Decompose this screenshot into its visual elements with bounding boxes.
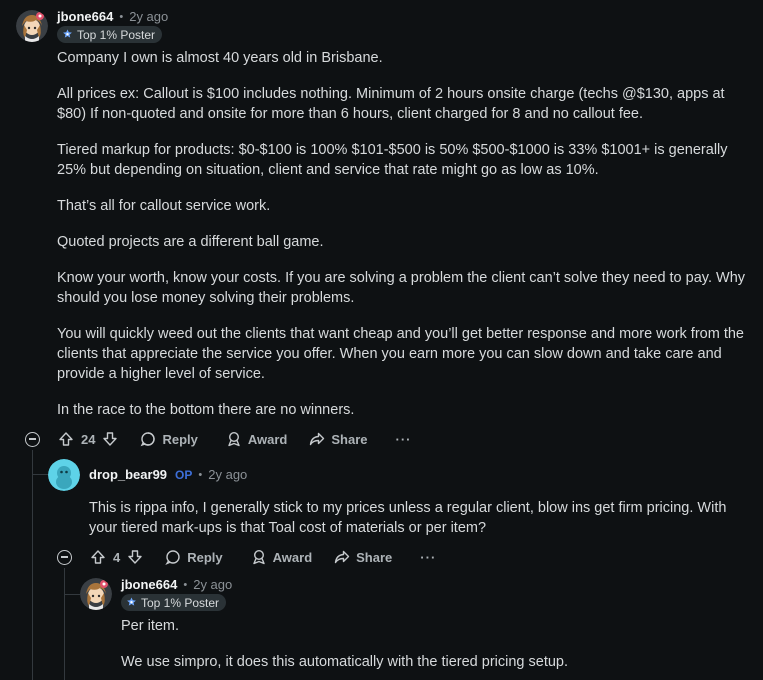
collapse-icon[interactable] — [57, 549, 72, 565]
timestamp[interactable]: 2y ago — [193, 577, 232, 592]
reply-label: Reply — [162, 431, 198, 447]
comment-body: This is rippa info, I generally stick to… — [89, 498, 749, 538]
flair-badge-icon — [127, 597, 136, 606]
avatar[interactable] — [80, 578, 112, 610]
vote-count: 4 — [113, 549, 121, 565]
vote-group: 24 — [58, 431, 118, 447]
thread-line-2[interactable] — [64, 568, 65, 680]
downvote-icon[interactable] — [127, 549, 143, 565]
comment-paragraph: This is rippa info, I generally stick to… — [89, 500, 727, 536]
share-label: Share — [331, 431, 368, 447]
avatar[interactable] — [48, 459, 80, 491]
comment-paragraph: That’s all for callout service work. — [57, 198, 271, 214]
thread-connector — [32, 474, 48, 475]
comment-paragraph: In the race to the bottom there are no w… — [57, 402, 355, 418]
share-button[interactable]: Share — [334, 549, 392, 565]
comment-paragraph: Know your worth, know your costs. If you… — [57, 270, 746, 306]
reply-label: Reply — [187, 549, 223, 565]
reply-icon — [141, 432, 156, 447]
share-label: Share — [356, 549, 393, 565]
username[interactable]: jbone664 — [57, 9, 113, 24]
comment-paragraph: Quoted projects are a different ball gam… — [57, 234, 324, 250]
award-label: Award — [272, 549, 313, 565]
collapse-icon[interactable] — [25, 431, 40, 447]
separator-dot: • — [183, 578, 188, 591]
flair-badge-icon — [63, 29, 72, 38]
timestamp[interactable]: 2y ago — [208, 467, 247, 482]
username[interactable]: drop_bear99 — [89, 467, 167, 482]
comment-body: Per item. We use simpro, it does this au… — [121, 616, 751, 672]
comment-paragraph: Company I own is almost 40 years old in … — [57, 50, 383, 66]
comment-meta: jbone664 • 2y ago — [121, 577, 232, 592]
reply-button[interactable]: Reply — [140, 431, 198, 447]
thread-line-1[interactable] — [32, 450, 33, 680]
comment-thread: jbone664 • 2y ago Top 1% Poster Company … — [0, 0, 763, 680]
comment-body: Company I own is almost 40 years old in … — [57, 48, 747, 420]
user-flair: Top 1% Poster — [121, 594, 227, 611]
comment-paragraph: We use simpro, it does this automaticall… — [121, 654, 569, 670]
award-icon — [252, 549, 265, 565]
award-button[interactable]: Award — [226, 431, 288, 447]
separator-dot: • — [198, 468, 203, 481]
overflow-icon[interactable]: ··· — [420, 550, 436, 565]
upvote-icon[interactable] — [58, 431, 74, 447]
comment-paragraph: Tiered markup for products: $0-$100 is 1… — [57, 142, 728, 178]
user-flair: Top 1% Poster — [57, 26, 163, 43]
thread-connector — [64, 594, 80, 595]
comment-paragraph: All prices ex: Callout is $100 includes … — [57, 86, 725, 122]
comment-meta: jbone664 • 2y ago — [57, 9, 168, 24]
flair-label: Top 1% Poster — [141, 595, 220, 610]
op-badge: OP — [175, 467, 193, 482]
comment-actions: 4 Reply Award Share ··· — [57, 545, 436, 569]
flair-label: Top 1% Poster — [77, 27, 156, 42]
downvote-icon[interactable] — [102, 431, 118, 447]
timestamp[interactable]: 2y ago — [129, 9, 168, 24]
comment-meta: drop_bear99 OP • 2y ago — [89, 467, 247, 482]
share-icon — [334, 550, 350, 564]
upvote-icon[interactable] — [90, 549, 106, 565]
vote-count: 24 — [81, 431, 96, 447]
comment-paragraph: You will quickly weed out the clients th… — [57, 326, 744, 382]
reply-button[interactable]: Reply — [165, 549, 223, 565]
share-button[interactable]: Share — [309, 431, 368, 447]
reply-icon — [165, 550, 180, 565]
award-button[interactable]: Award — [251, 549, 313, 565]
avatar[interactable] — [16, 10, 48, 42]
award-label: Award — [247, 431, 288, 447]
username[interactable]: jbone664 — [121, 577, 177, 592]
comment-actions: 24 Reply Award Share ··· — [25, 427, 412, 451]
vote-group: 4 — [90, 549, 143, 565]
comment-paragraph: Per item. — [121, 618, 180, 634]
overflow-icon[interactable]: ··· — [396, 432, 412, 447]
separator-dot: • — [119, 10, 124, 23]
share-icon — [310, 432, 325, 446]
award-icon — [228, 431, 240, 447]
